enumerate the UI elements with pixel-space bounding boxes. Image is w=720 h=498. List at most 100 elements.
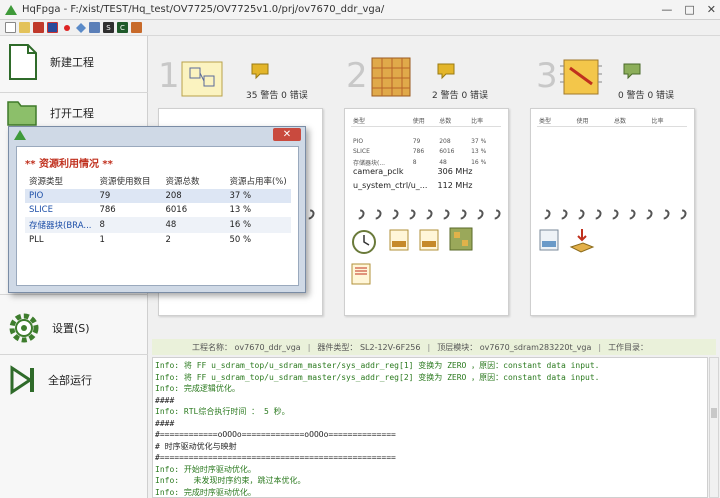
bit-file-icon[interactable] [539,229,559,251]
step-number: 2 [346,56,368,96]
app-logo-icon [5,4,17,15]
diamond-icon[interactable] [75,22,86,33]
message-bubble-icon [623,63,641,80]
title-bar: HqFpga - F:/xist/TEST/Hq_test/OV7725/OV7… [0,0,720,20]
log-scrollbar[interactable] [709,357,719,498]
sidebar-item-label: 新建工程 [50,56,94,69]
scrollbar-thumb[interactable] [711,408,717,418]
new-file-icon[interactable] [5,22,16,33]
cell: 8 [95,217,162,233]
dialog-body: ** 资源利用情况 ** 资源类型 资源使用数目 资源总数 资源占用率(%) P… [16,146,299,286]
column-header: 资源总数 [165,177,200,187]
cell: 存储器块(... [353,159,386,167]
column-header: 类型 [351,115,411,127]
uk-flag-icon[interactable] [47,22,58,33]
cell: 1 [99,235,105,245]
log-line: Info: 将 FF u_sdram_top/u_sdram_master/sy… [155,361,600,370]
project-info-bar: 工程名称： ov7670_ddr_vga | 器件类型： SL2-12V-6F2… [152,339,716,355]
cell: PIO [25,189,96,203]
step-status: 0 警告 0 错误 [618,91,675,101]
cell: 48 [439,158,447,166]
run-all-icon [10,365,34,395]
c-icon[interactable]: C [117,22,128,33]
log-line: Info: 开始时序驱动优化。 [155,464,256,474]
red-dot-icon[interactable] [61,22,72,33]
log-line: Info: 将 FF u_sdram_top/u_sdram_master/sy… [155,372,600,382]
settings-gear-icon [9,313,39,343]
report-file-icon[interactable] [389,229,409,251]
bitstream-panel: 类型 使用 总数 比率 [530,108,695,316]
column-header: 使用 [574,115,612,127]
sidebar-item-label: 设置(S) [52,322,90,335]
cell: 48 [161,217,226,233]
clock-freq: 112 MHz [437,181,473,190]
cell: 6016 [165,205,188,215]
log-line: Info: 完成逻辑优化。 [155,384,240,393]
close-button[interactable]: ✕ [707,3,716,16]
minimize-button[interactable]: — [661,3,672,16]
sidebar-item-run-all[interactable]: 全部运行 [6,364,92,396]
place-route-icon[interactable] [368,54,414,100]
synthesis-icon[interactable] [180,56,228,100]
table-row: SLICE 786 6016 13 % [351,147,501,157]
app-logo-icon [14,130,26,140]
maximize-button[interactable]: □ [684,3,694,16]
divider [0,92,148,93]
cell: 2 [165,235,171,245]
report-file-icon[interactable] [419,229,439,251]
column-header: 资源使用数目 [99,177,151,187]
cell: 37 % [471,138,487,145]
step-status: 35 警告 0 错误 [246,91,308,101]
timing-clock-icon[interactable] [351,229,377,255]
top-module: 顶层模块： ov7670_sdram283220t_vga [437,342,592,352]
download-device-icon[interactable] [569,227,595,253]
table-row[interactable]: 存储器块(BRA... 8 48 16 % [25,217,291,233]
column-header: 使用 [410,115,438,127]
window-title: HqFpga - F:/xist/TEST/Hq_test/OV7725/OV7… [22,4,385,15]
sidebar-item-new-project[interactable]: 新建工程 [6,44,94,80]
table-row[interactable]: PIO 79 208 37 % [25,189,291,203]
project-name: 工程名称： ov7670_ddr_vga [192,342,301,352]
log-line: # 时序驱动优化与映射 [155,441,237,451]
new-project-icon [9,44,37,80]
binder-rings [531,207,696,223]
cell: 208 [439,138,451,145]
bitstream-chip-icon[interactable] [558,54,604,100]
cell: SLICE [29,205,53,215]
column-header: 资源占用率(%) [229,177,287,187]
table-row: 存储器块(... 8 48 16 % [351,157,501,168]
resource-table: 资源类型 资源使用数目 资源总数 资源占用率(%) PIO 79 208 37 … [25,173,291,247]
step-status: 2 警告 0 错误 [432,91,489,101]
sidebar-item-settings[interactable]: 设置(S) [6,310,90,346]
binder-rings [345,207,510,223]
bitstream-summary-table: 类型 使用 总数 比率 [537,115,687,127]
clock-row: u_system_ctrl/u_... 112 MHz [353,181,472,190]
dialog-title-bar[interactable]: ✕ [9,127,305,143]
cell: 79 [95,189,162,203]
export-icon[interactable] [131,22,142,33]
flag-icon[interactable] [33,22,44,33]
ncl-file-icon[interactable] [351,263,371,285]
chip-icon[interactable] [89,22,100,33]
resource-summary-table: 类型 使用 总数 比率 PIO 79 208 37 % SLICE 786 60… [351,115,501,168]
log-line: #=======================================… [155,453,396,462]
cell: PIO [353,138,364,145]
table-row[interactable]: SLICE 786 6016 13 % [25,203,291,217]
s-icon[interactable]: S [103,22,114,33]
warning-bubble-icon [437,63,455,80]
log-output[interactable]: Info: 将 FF u_sdram_top/u_sdram_master/sy… [152,357,708,498]
device-type: 器件类型： SL2-12V-6F256 [317,342,421,352]
resource-usage-dialog: ✕ ** 资源利用情况 ** 资源类型 资源使用数目 资源总数 资源占用率(%)… [8,126,306,293]
clock-freq: 306 MHz [437,167,473,176]
cell: 13 % [229,205,252,215]
sidebar-item-open-project[interactable]: 打开工程 [6,98,94,128]
dialog-close-button[interactable]: ✕ [273,128,301,141]
sidebar-item-label: 打开工程 [50,107,94,120]
cell: PLL [29,235,44,245]
table-row[interactable]: PLL 1 2 50 % [25,233,291,247]
clock-row: camera_pclk 306 MHz [353,167,472,176]
open-folder-icon[interactable] [19,22,30,33]
step-number: 1 [158,56,180,96]
floorplan-icon[interactable] [449,227,473,251]
log-line: Info: RTL综合执行时间 ： 5 秒。 [155,407,290,416]
